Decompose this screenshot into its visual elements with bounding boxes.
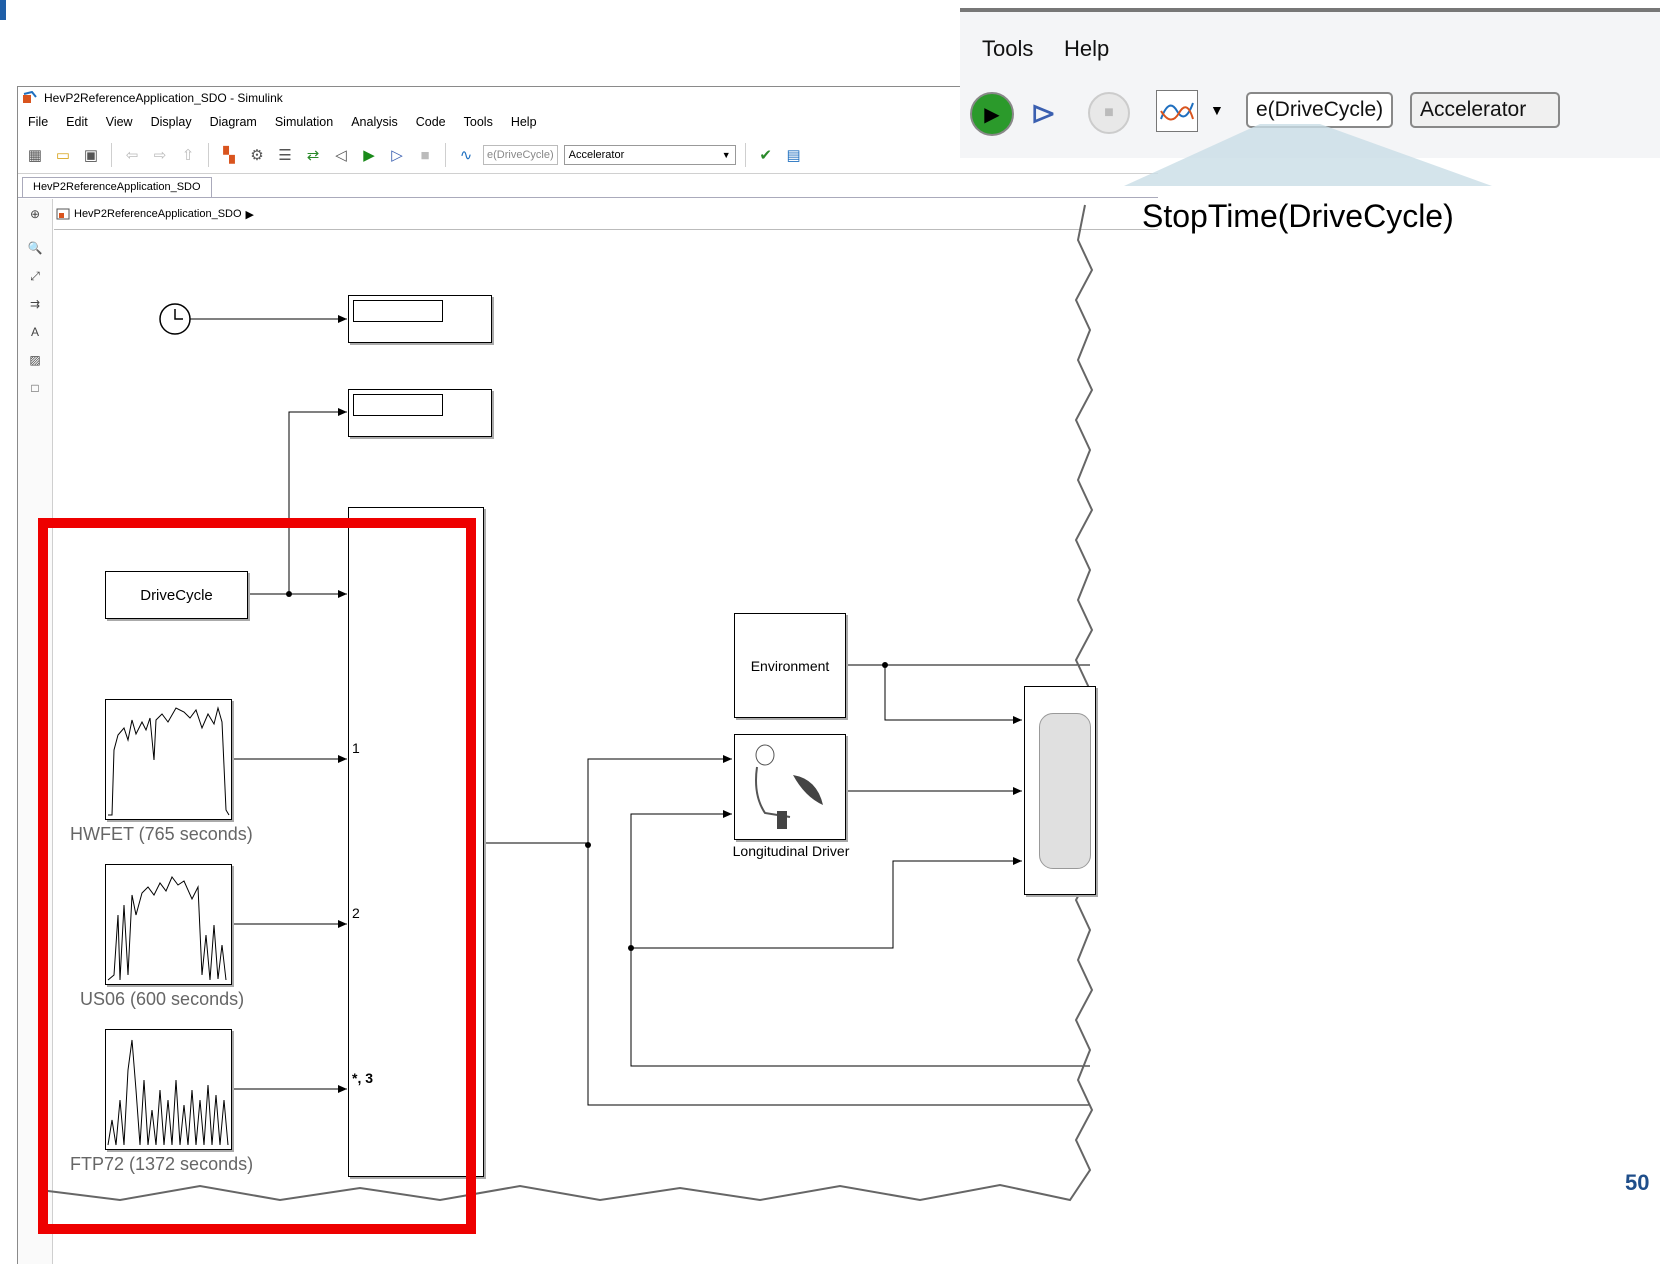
longitudinal-driver-block[interactable]: [734, 734, 846, 840]
callout-menu-tools[interactable]: Tools: [982, 36, 1033, 62]
display-block[interactable]: [348, 295, 492, 343]
step-forward-icon[interactable]: ⊳: [1030, 94, 1057, 132]
callout-divider: [960, 10, 1660, 12]
vehicle-subsystem-block[interactable]: [1024, 686, 1096, 895]
vehicle-body-shape: [1039, 713, 1091, 869]
display-block[interactable]: [348, 389, 492, 437]
highlight-box: [38, 518, 476, 1234]
driver-label: Longitudinal Driver: [732, 843, 850, 859]
driver-icon: [755, 744, 823, 829]
stoptime-caption: StopTime(DriveCycle): [1142, 198, 1454, 234]
chevron-down-icon[interactable]: ▼: [1210, 102, 1224, 118]
environment-block[interactable]: Environment: [734, 613, 846, 718]
run-icon[interactable]: ▶: [970, 92, 1014, 136]
callout-menu-help[interactable]: Help: [1064, 36, 1109, 62]
callout-pointer: [1124, 124, 1492, 186]
display-readout: [353, 300, 443, 322]
display-readout: [353, 394, 443, 416]
page-number: 50: [1625, 1170, 1650, 1195]
